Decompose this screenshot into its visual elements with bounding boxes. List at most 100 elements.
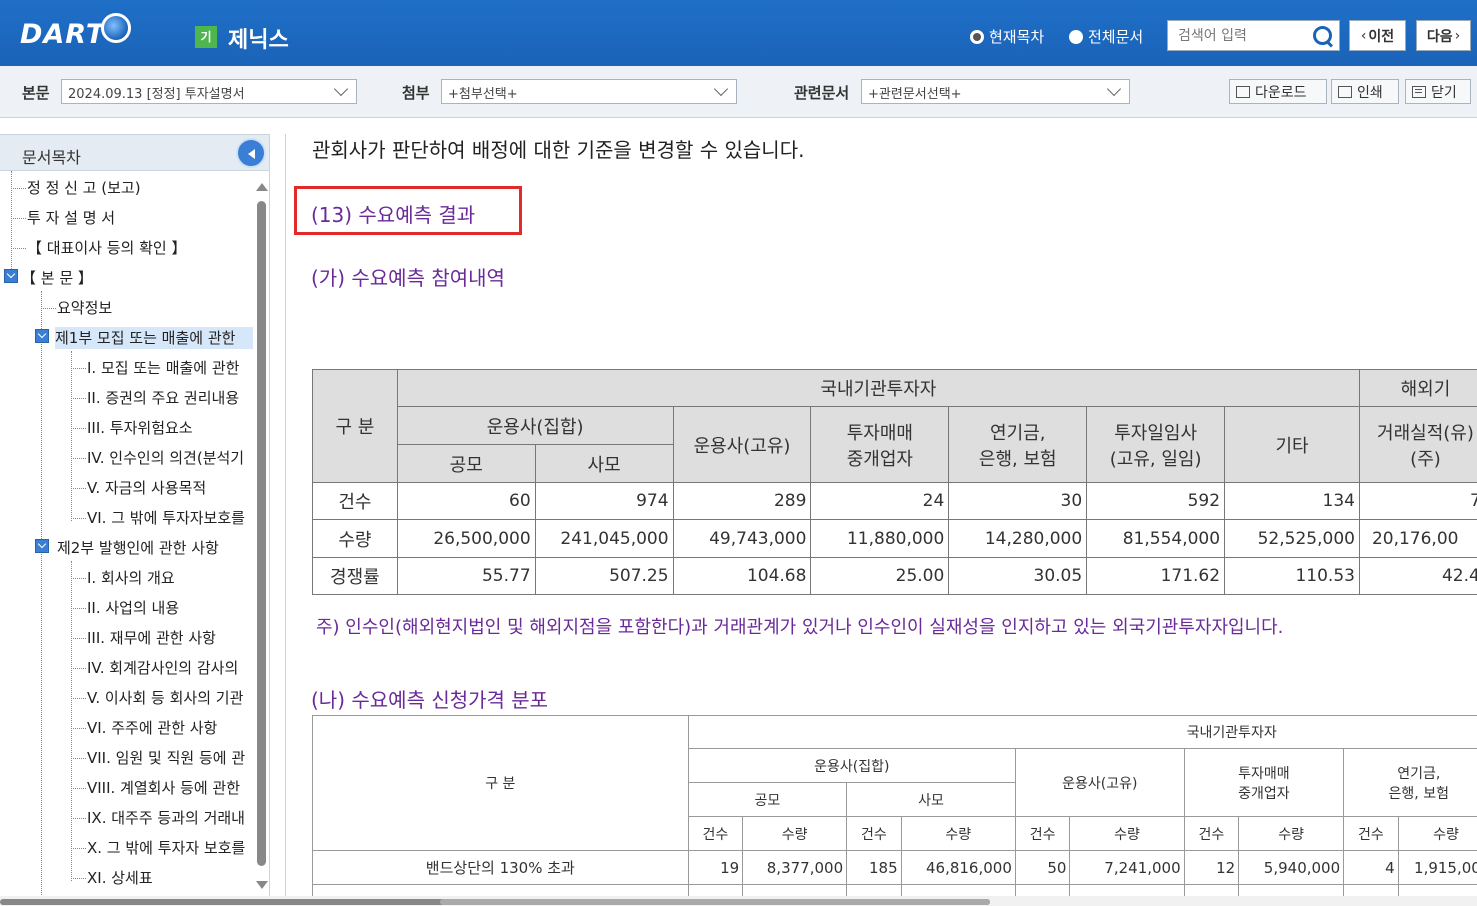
table-cell: 42.4	[1358, 557, 1477, 595]
toc-item[interactable]: 【 본 문 】	[21, 267, 93, 289]
toc-item[interactable]: XI. 상세표	[87, 867, 153, 889]
section-na-title: (나) 수요예측 신청가격 분포	[311, 688, 549, 712]
col-unyong-jiphap: 운용사(집합)	[396, 406, 674, 445]
scroll-up-arrow-icon[interactable]	[256, 183, 268, 191]
prev-button[interactable]: ‹ 이전	[1349, 20, 1406, 51]
col-ilim: 투자일임사 (고유, 일임)	[1086, 406, 1226, 483]
chevron-down-icon	[333, 81, 349, 97]
table-cell: 55.77	[396, 557, 536, 595]
table-row	[312, 884, 1477, 896]
collapse-sidebar-icon[interactable]	[236, 138, 266, 168]
col-count: 건수	[846, 816, 902, 851]
next-button[interactable]: 다음 ›	[1416, 20, 1471, 51]
related-doc-select[interactable]: +관련문서선택+	[861, 79, 1130, 104]
table-cell: 289	[672, 482, 812, 520]
table-cell	[846, 884, 902, 896]
toc-item-selected[interactable]: 제1부 모집 또는 매출에 관한	[55, 327, 253, 349]
toc-item[interactable]: IV. 인수인의 의견(분석기	[87, 447, 244, 469]
horizontal-scrollbar[interactable]	[0, 896, 1477, 906]
toc-item[interactable]: II. 증권의 주요 권리내용	[87, 387, 239, 409]
toc-item[interactable]: III. 투자위험요소	[87, 417, 193, 439]
toc-item[interactable]: 투 자 설 명 서	[27, 207, 115, 229]
toc-item[interactable]: 【 대표이사 등의 확인 】	[27, 237, 186, 259]
body-document-select[interactable]: 2024.09.13 [정정] 투자설명서	[61, 79, 357, 104]
col-unyong-goyu: 운용사(고유)	[1014, 748, 1185, 817]
search-icon[interactable]	[1312, 25, 1334, 47]
search-input[interactable]	[1168, 21, 1308, 50]
table-cell: 134	[1224, 482, 1360, 520]
tree-connector	[71, 758, 86, 759]
radio-all-label: 전체문서	[1088, 28, 1144, 46]
col-count: 건수	[1343, 816, 1399, 851]
dart-logo[interactable]: DART	[20, 13, 132, 54]
tree-connector	[11, 188, 26, 189]
scroll-thumb[interactable]	[257, 201, 266, 866]
tree-connector	[71, 818, 86, 819]
expand-toggle-icon[interactable]	[4, 269, 18, 283]
toc-item[interactable]: IX. 대주주 등과의 거래내	[87, 807, 245, 829]
table-cell	[312, 884, 689, 896]
table-cell: 46,816,000	[900, 850, 1016, 885]
tree-connector	[71, 728, 86, 729]
radio-current-toc[interactable]: 현재목차	[970, 26, 1044, 47]
col-tuja: 투자매매 중개업자	[810, 406, 950, 483]
scroll-thumb[interactable]	[440, 899, 990, 905]
toc-item[interactable]: VI. 주주에 관한 사항	[87, 717, 217, 739]
toc-item[interactable]: VII. 임원 및 직원 등에 관	[87, 747, 245, 769]
table-row: 밴드상단의 130% 초과 19 8,377,000 185 46,816,00…	[312, 850, 1477, 885]
toc-item[interactable]: IV. 회계감사인의 감사의	[87, 657, 238, 679]
row-label: 경쟁률	[312, 557, 398, 595]
table-cell: 1,915,000	[1397, 850, 1477, 885]
col-tuja-line2: 중개업자	[846, 448, 913, 470]
radio-all-docs[interactable]: 전체문서	[1069, 26, 1143, 47]
toc-item[interactable]: VI. 그 밖에 투자자보호를	[87, 507, 245, 529]
toc-item[interactable]: I. 회사의 개요	[87, 567, 175, 589]
toc-item[interactable]: II. 사업의 내용	[87, 597, 179, 619]
col-samo: 사모	[534, 444, 674, 483]
col-qty: 수량	[1397, 816, 1477, 851]
toc-item[interactable]: III. 재무에 관한 사항	[87, 627, 216, 649]
chevron-right-icon: ›	[1454, 27, 1461, 44]
toc-item[interactable]: V. 이사회 등 회사의 기관	[87, 687, 243, 709]
expand-toggle-icon[interactable]	[35, 329, 49, 343]
section-ga-title: (가) 수요예측 참여내역	[311, 266, 505, 290]
table-cell: 7	[1358, 482, 1477, 520]
col-gongmo: 공모	[687, 782, 848, 817]
chevron-down-icon	[1106, 81, 1122, 97]
col-samo: 사모	[846, 782, 1016, 817]
table-cell	[1238, 884, 1345, 896]
toc-item[interactable]: 정 정 신 고 (보고)	[27, 177, 141, 199]
col-domestic: 국내기관투자자	[396, 369, 1360, 407]
col-yeongeum: 연기금, 은행, 보험	[1343, 748, 1477, 817]
close-button[interactable]: 닫기	[1405, 79, 1471, 104]
download-button[interactable]: 다운로드	[1229, 79, 1327, 104]
toc-item[interactable]: I. 모집 또는 매출에 관한	[87, 357, 239, 379]
toc-item[interactable]: V. 자금의 사용목적	[87, 477, 206, 499]
toc-item[interactable]: 요약정보	[57, 297, 112, 319]
toc-scrollbar[interactable]	[253, 171, 269, 896]
col-unyong-goyu: 운용사(고유)	[672, 406, 812, 483]
radio-current-label: 현재목차	[989, 28, 1045, 46]
expand-toggle-icon[interactable]	[35, 539, 49, 553]
tree-connector	[71, 698, 86, 699]
toc-item[interactable]: VIII. 계열회사 등에 관한	[87, 777, 240, 799]
tree-connector	[71, 488, 86, 489]
col-qty: 수량	[900, 816, 1016, 851]
table-footnote: 주) 인수인(해외현지법인 및 해외지점을 포함한다)과 거래관계가 있거나 인…	[316, 617, 1284, 638]
logo-text: DART	[20, 18, 106, 50]
col-gongmo: 공모	[396, 444, 536, 483]
table-row: 경쟁률 55.77 507.25 104.68 25.00 30.05 171.…	[312, 557, 1477, 595]
tree-connector	[41, 291, 42, 896]
scroll-down-arrow-icon[interactable]	[256, 881, 268, 889]
attach-select[interactable]: +첨부선택+	[441, 79, 737, 104]
document-icon	[1412, 85, 1426, 98]
table-cell	[687, 884, 744, 896]
toc-header: 문서목차	[0, 135, 269, 171]
table-cell: 19	[687, 850, 744, 885]
toc-item[interactable]: X. 그 밖에 투자자 보호를	[87, 837, 245, 859]
col-tuja-line1: 투자매매	[1238, 765, 1290, 782]
tree-connector	[71, 368, 86, 369]
toc-item[interactable]: 제2부 발행인에 관한 사항	[57, 537, 219, 559]
radio-unselected-icon	[1069, 29, 1083, 44]
print-button[interactable]: 인쇄	[1331, 79, 1399, 104]
